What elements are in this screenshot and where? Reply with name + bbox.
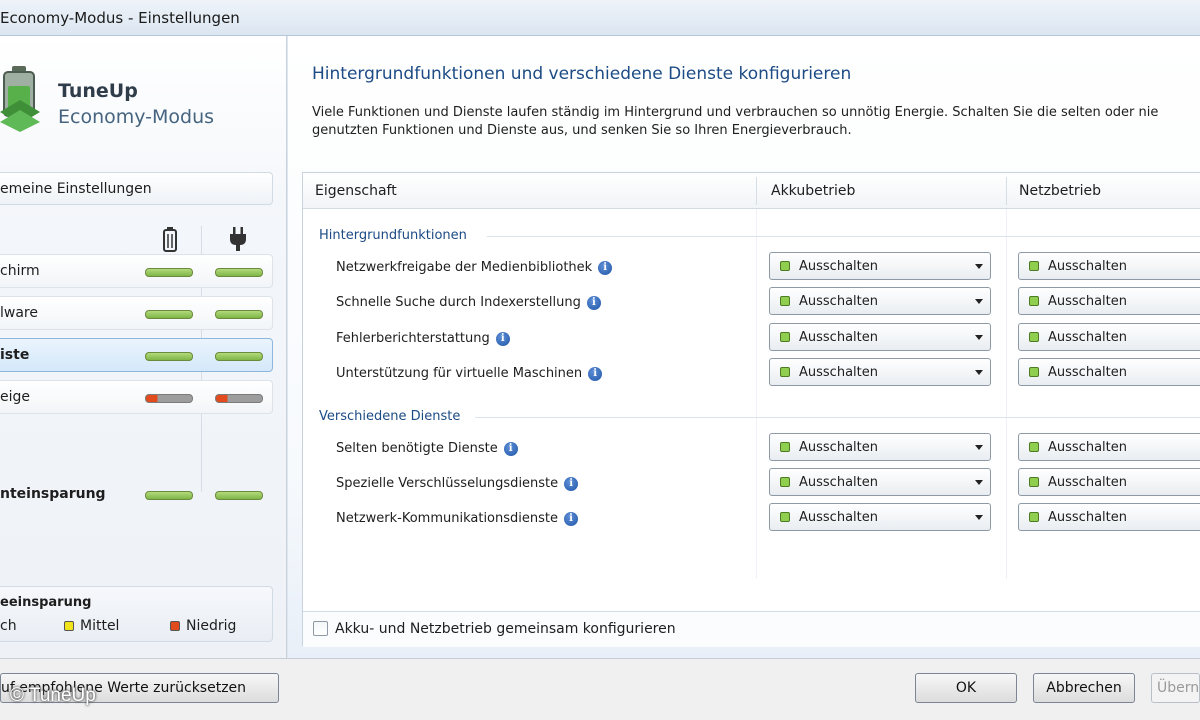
sidebar-header-label: emeine Einstellungen — [0, 181, 152, 197]
group-title-various-services: Verschiedene Dienste — [319, 409, 461, 424]
ac-mode-select[interactable]: Ausschalten — [1018, 468, 1200, 496]
cancel-button[interactable]: Abbrechen — [1033, 673, 1135, 703]
battery-mode-select[interactable]: Ausschalten — [769, 358, 991, 386]
info-icon[interactable]: i — [588, 366, 603, 381]
battery-savings-bar — [145, 310, 193, 319]
settings-grid: Eigenschaft Akkubetrieb Netzbetrieb Hint… — [302, 172, 1200, 647]
page-description: Viele Funktionen und Dienste laufen stän… — [312, 105, 1159, 138]
brand-subtitle: Economy-Modus — [58, 106, 215, 128]
legend-item-high: ch — [0, 618, 17, 634]
info-icon[interactable]: i — [495, 331, 510, 346]
plug-icon — [230, 227, 246, 251]
chevron-down-icon — [975, 515, 983, 520]
group-rule — [475, 417, 1200, 418]
chevron-down-icon — [975, 335, 983, 340]
ac-mode-select[interactable]: Ausschalten — [1018, 323, 1200, 351]
column-separator — [1006, 209, 1007, 579]
battery-mode-select[interactable]: Ausschalten — [769, 323, 991, 351]
chevron-down-icon — [975, 480, 983, 485]
info-icon[interactable]: i — [598, 260, 613, 275]
grid-footer: Akku- und Netzbetrieb gemeinsam konfigur… — [303, 611, 1200, 647]
sidebar-header-general-settings[interactable]: emeine Einstellungen — [0, 172, 273, 205]
sidebar-item-label: chirm — [0, 263, 40, 279]
ac-savings-bar — [215, 310, 263, 319]
title-bar: Economy-Modus - Einstellungen — [0, 0, 1200, 36]
savings-legend: eeinsparung ch Mittel Niedrig — [0, 586, 273, 642]
header-separator — [1006, 177, 1007, 205]
brand-name: TuneUp — [58, 80, 138, 102]
ac-savings-bar — [215, 268, 263, 277]
column-header-property: Eigenschaft — [315, 183, 397, 199]
battery-mode-select[interactable]: Ausschalten — [769, 287, 991, 315]
chevron-down-icon — [975, 299, 983, 304]
chevron-down-icon — [975, 445, 983, 450]
group-title-background-functions: Hintergrundfunktionen — [319, 228, 467, 243]
main-panel: Hintergrundfunktionen und verschiedene D… — [288, 36, 1200, 658]
sidebar-item-dienste[interactable]: iste — [0, 338, 273, 372]
sidebar: TuneUp Economy-Modus emeine Einstellunge… — [0, 36, 287, 658]
battery-savings-bar — [145, 268, 193, 277]
ok-button[interactable]: OK — [915, 673, 1017, 703]
ac-total-bar — [215, 491, 263, 500]
row-label: Unterstützung für virtuelle Maschinen i — [336, 366, 603, 381]
sidebar-item-label: eige — [0, 389, 31, 405]
apply-button[interactable]: Überne — [1151, 673, 1200, 703]
row-label: Netzwerk-Kommunikationsdienste i — [336, 511, 578, 526]
column-header-ac: Netzbetrieb — [1019, 183, 1102, 199]
summary-label: nteinsparung — [0, 486, 106, 502]
legend-title: eeinsparung — [0, 595, 92, 610]
sidebar-item-label: lware — [0, 305, 38, 321]
ac-savings-bar — [215, 352, 263, 361]
grid-header: Eigenschaft Akkubetrieb Netzbetrieb — [303, 173, 1200, 209]
watermark: © TuneUp — [10, 685, 96, 706]
sidebar-item-anzeige[interactable]: eige — [0, 380, 273, 414]
ac-savings-bar — [215, 394, 263, 403]
battery-mode-select[interactable]: Ausschalten — [769, 503, 991, 531]
ac-mode-select[interactable]: Ausschalten — [1018, 252, 1200, 280]
shared-config-label[interactable]: Akku- und Netzbetrieb gemeinsam konfigur… — [335, 621, 676, 637]
info-icon[interactable]: i — [564, 476, 579, 491]
battery-savings-bar — [145, 352, 193, 361]
ac-mode-select[interactable]: Ausschalten — [1018, 503, 1200, 531]
row-label: Selten benötigte Dienste i — [336, 441, 518, 456]
sidebar-item-hardware[interactable]: lware — [0, 296, 273, 330]
page-title: Hintergrundfunktionen und verschiedene D… — [312, 64, 852, 84]
ac-mode-select[interactable]: Ausschalten — [1018, 287, 1200, 315]
column-separator — [756, 209, 757, 579]
sidebar-item-label: iste — [0, 347, 30, 363]
battery-mode-select[interactable]: Ausschalten — [769, 252, 991, 280]
button-bar: uf empfohlene Werte zurücksetzen OK Abbr… — [0, 658, 1200, 720]
total-savings-summary: nteinsparung — [0, 478, 273, 512]
info-icon[interactable]: i — [503, 441, 518, 456]
header-separator — [756, 177, 757, 205]
row-label: Schnelle Suche durch Indexerstellung i — [336, 295, 601, 310]
sidebar-item-bildschirm[interactable]: chirm — [0, 254, 273, 288]
chevron-down-icon — [975, 370, 983, 375]
battery-total-bar — [145, 491, 193, 500]
ac-mode-select[interactable]: Ausschalten — [1018, 433, 1200, 461]
ac-mode-select[interactable]: Ausschalten — [1018, 358, 1200, 386]
legend-item-low: Niedrig — [170, 618, 236, 634]
legend-item-medium: Mittel — [64, 618, 119, 634]
row-label: Netzwerkfreigabe der Medienbibliothek i — [336, 260, 613, 275]
info-icon[interactable]: i — [586, 295, 601, 310]
row-label: Fehlerberichterstattung i — [336, 331, 510, 346]
battery-mode-select[interactable]: Ausschalten — [769, 433, 991, 461]
column-header-battery: Akkubetrieb — [771, 183, 856, 199]
group-rule — [487, 236, 1200, 237]
window-title: Economy-Modus - Einstellungen — [0, 9, 240, 27]
info-icon[interactable]: i — [564, 511, 578, 526]
battery-savings-bar — [145, 394, 193, 403]
shared-config-checkbox[interactable] — [313, 621, 328, 636]
chevron-down-icon — [975, 264, 983, 269]
battery-logo-icon — [0, 66, 40, 132]
battery-mode-select[interactable]: Ausschalten — [769, 468, 991, 496]
battery-icon — [163, 227, 177, 252]
row-label: Spezielle Verschlüsselungsdienste i — [336, 476, 579, 491]
